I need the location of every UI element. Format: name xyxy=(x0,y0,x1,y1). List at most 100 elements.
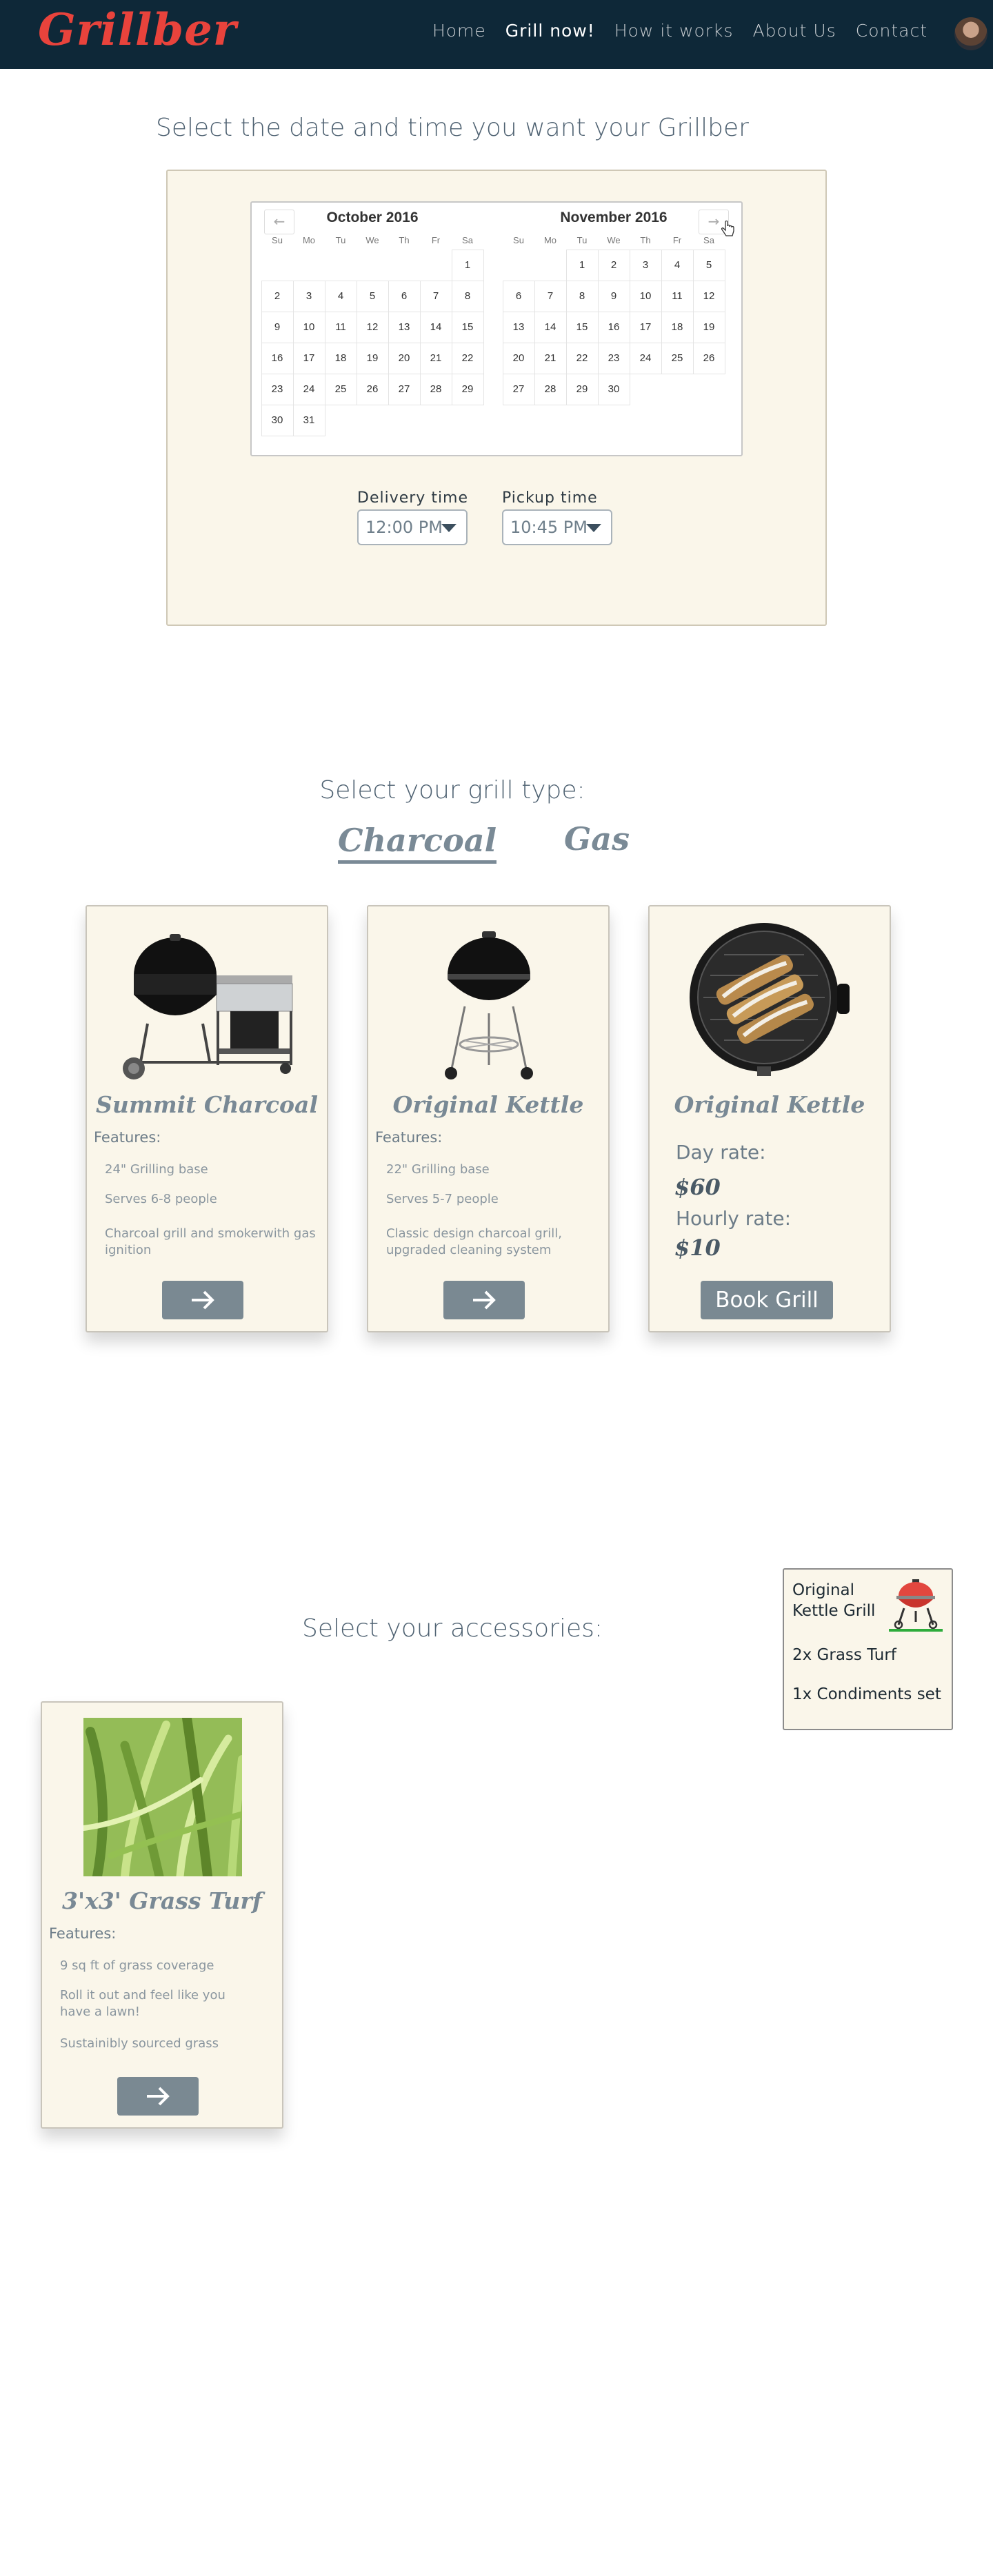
calendar-day[interactable]: 11 xyxy=(661,280,694,312)
calendar-day[interactable]: 23 xyxy=(261,373,294,405)
calendar-day[interactable]: 13 xyxy=(388,311,421,343)
calendar-day[interactable]: 26 xyxy=(356,373,389,405)
calendar-day[interactable]: 13 xyxy=(502,311,535,343)
calendar-day[interactable]: 21 xyxy=(419,342,452,374)
delivery-time-select[interactable]: 12:00 PM xyxy=(357,509,468,545)
calendar-day[interactable]: 1 xyxy=(451,249,484,281)
grill-card-original-kettle-selected[interactable]: Original Kettle Day rate: $60 Hourly rat… xyxy=(648,905,891,1332)
calendar-day[interactable]: 17 xyxy=(292,342,325,374)
grill-icon xyxy=(889,1579,943,1632)
logo[interactable]: Grillber xyxy=(38,4,237,56)
calendar-day[interactable]: 4 xyxy=(661,249,694,281)
summit-charcoal-grill-image xyxy=(123,934,293,1079)
original-kettle-grill-image xyxy=(445,931,533,1079)
calendar-day[interactable]: 27 xyxy=(502,373,535,405)
select-grill-button[interactable] xyxy=(443,1281,525,1319)
summary-item: 2x Grass Turf xyxy=(792,1646,896,1664)
day-of-week-label: Sa xyxy=(462,235,473,245)
chevron-down-icon xyxy=(586,524,601,532)
nav-link-about-us[interactable]: About Us xyxy=(753,21,836,41)
calendar-day[interactable]: 11 xyxy=(324,311,357,343)
calendar-day[interactable]: 17 xyxy=(629,311,662,343)
calendar-day[interactable]: 18 xyxy=(324,342,357,374)
calendar-day[interactable]: 7 xyxy=(534,280,567,312)
arrow-right-icon xyxy=(192,1290,214,1310)
calendar-day[interactable]: 27 xyxy=(388,373,421,405)
calendar-day[interactable]: 26 xyxy=(692,342,725,374)
calendar-day[interactable]: 19 xyxy=(692,311,725,343)
grill-card-original-kettle[interactable]: Original Kettle Features: 22" Grilling b… xyxy=(367,905,610,1332)
calendar-day[interactable]: 10 xyxy=(629,280,662,312)
day-of-week-label: Su xyxy=(513,235,524,245)
tab-charcoal[interactable]: Charcoal xyxy=(338,820,497,864)
calendar-day[interactable]: 22 xyxy=(451,342,484,374)
day-of-week-label: Tu xyxy=(335,235,346,245)
calendar-day[interactable]: 31 xyxy=(292,404,325,436)
calendar-day[interactable]: 7 xyxy=(419,280,452,312)
calendar-day[interactable]: 24 xyxy=(629,342,662,374)
nav-link-grill-now[interactable]: Grill now! xyxy=(505,21,595,41)
calendar-empty-cell xyxy=(388,250,420,281)
day-grid: 1 2 3 4 5 6 7 8 9 10 11 12 13 14 15 16 17 18 19 20 21 22 23 24 2… xyxy=(261,249,484,436)
calendar-day[interactable]: 15 xyxy=(565,311,599,343)
calendar-day[interactable]: 24 xyxy=(292,373,325,405)
calendar-day[interactable]: 8 xyxy=(451,280,484,312)
month-title: November 2016 xyxy=(560,210,668,225)
calendar-day[interactable]: 5 xyxy=(356,280,389,312)
book-grill-button[interactable]: Book Grill xyxy=(701,1281,833,1319)
calendar-day[interactable]: 20 xyxy=(388,342,421,374)
calendar-day[interactable]: 30 xyxy=(261,404,294,436)
calendar-day[interactable]: 21 xyxy=(534,342,567,374)
calendar-day[interactable]: 22 xyxy=(565,342,599,374)
nav-link-home[interactable]: Home xyxy=(432,21,486,41)
calendar-day[interactable]: 5 xyxy=(692,249,725,281)
calendar-day[interactable]: 20 xyxy=(502,342,535,374)
calendar-day[interactable]: 18 xyxy=(661,311,694,343)
feature-item: Serves 5-7 people xyxy=(386,1192,499,1206)
calendar-day[interactable]: 9 xyxy=(261,311,294,343)
calendar-day[interactable]: 30 xyxy=(597,373,630,405)
calendar-day[interactable]: 2 xyxy=(261,280,294,312)
calendar-day[interactable]: 16 xyxy=(261,342,294,374)
calendar-day[interactable]: 2 xyxy=(597,249,630,281)
date-section-title: Select the date and time you want your G… xyxy=(156,114,749,142)
features-label: Features: xyxy=(375,1129,443,1146)
calendar-day[interactable]: 23 xyxy=(597,342,630,374)
day-rate-value: $60 xyxy=(674,1174,721,1200)
summary-grill-name: Original Kettle Grill xyxy=(792,1581,876,1620)
calendar-day[interactable]: 3 xyxy=(629,249,662,281)
accessory-card-grass-turf[interactable]: 3'x3' Grass Turf Features: 9 sq ft of gr… xyxy=(41,1701,283,2129)
calendar-day[interactable]: 1 xyxy=(565,249,599,281)
calendar-day[interactable]: 14 xyxy=(419,311,452,343)
calendar-day[interactable]: 4 xyxy=(324,280,357,312)
avatar[interactable] xyxy=(954,17,987,50)
day-grid: 1 2 3 4 5 6 7 8 9 10 11 12 13 14 15 16 17 18 19 20 21 22 23 24 2… xyxy=(502,249,725,405)
date-range-calendar: ← → October 2016 Su Mo Tu We Th Fr Sa 12345678… xyxy=(250,201,743,456)
grass-turf-image xyxy=(83,1718,242,1876)
grill-card-summit-charcoal[interactable]: Summit Charcoal Features: 24" Grilling b… xyxy=(86,905,328,1332)
nav-link-contact[interactable]: Contact xyxy=(856,21,927,41)
calendar-day[interactable]: 8 xyxy=(565,280,599,312)
select-accessory-button[interactable] xyxy=(117,2077,199,2116)
calendar-day[interactable]: 6 xyxy=(502,280,535,312)
calendar-day[interactable]: 28 xyxy=(534,373,567,405)
select-grill-button[interactable] xyxy=(162,1281,243,1319)
calendar-day[interactable]: 14 xyxy=(534,311,567,343)
calendar-day[interactable]: 29 xyxy=(565,373,599,405)
calendar-day[interactable]: 15 xyxy=(451,311,484,343)
calendar-day[interactable]: 16 xyxy=(597,311,630,343)
calendar-day[interactable]: 10 xyxy=(292,311,325,343)
calendar-day[interactable]: 28 xyxy=(419,373,452,405)
nav-link-how-it-works[interactable]: How it works xyxy=(614,21,734,41)
calendar-day[interactable]: 9 xyxy=(597,280,630,312)
calendar-day[interactable]: 12 xyxy=(692,280,725,312)
tab-gas[interactable]: Gas xyxy=(564,820,630,858)
calendar-day[interactable]: 25 xyxy=(661,342,694,374)
calendar-day[interactable]: 12 xyxy=(356,311,389,343)
calendar-day[interactable]: 19 xyxy=(356,342,389,374)
calendar-day[interactable]: 29 xyxy=(451,373,484,405)
calendar-day[interactable]: 6 xyxy=(388,280,421,312)
calendar-day[interactable]: 25 xyxy=(324,373,357,405)
calendar-day[interactable]: 3 xyxy=(292,280,325,312)
pickup-time-select[interactable]: 10:45 PM xyxy=(502,509,612,545)
